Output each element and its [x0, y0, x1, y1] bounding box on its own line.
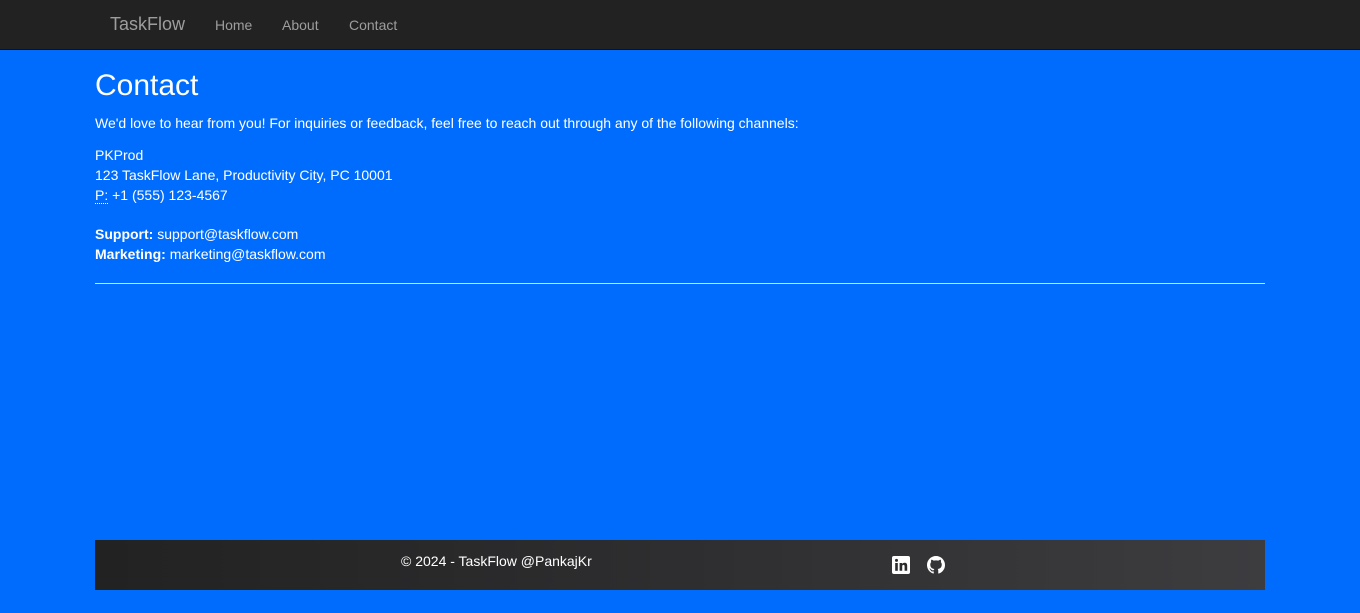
phone-number: +1 (555) 123-4567	[112, 187, 228, 203]
nav-link-home[interactable]: Home	[215, 17, 252, 33]
navbar: TaskFlow Home About Contact	[0, 0, 1360, 50]
phone-label: P:	[95, 187, 109, 204]
nav-link-about[interactable]: About	[282, 17, 319, 33]
marketing-email-link[interactable]: marketing@taskflow.com	[170, 246, 326, 262]
footer: © 2024 - TaskFlow @PankajKr	[95, 540, 1265, 590]
support-email-link[interactable]: support@taskflow.com	[157, 226, 298, 242]
street-address: 123 TaskFlow Lane, Productivity City, PC…	[95, 167, 393, 183]
postal-address: PKProd 123 TaskFlow Lane, Productivity C…	[95, 145, 393, 205]
marketing-label: Marketing:	[95, 246, 166, 262]
github-icon[interactable]	[927, 556, 945, 574]
divider	[95, 283, 1265, 284]
nav-link-contact[interactable]: Contact	[349, 17, 397, 33]
email-contacts: Support: support@taskflow.com Marketing:…	[95, 224, 326, 264]
company-name: PKProd	[95, 147, 144, 163]
intro-text: We'd love to hear from you! For inquirie…	[95, 115, 799, 131]
linkedin-icon[interactable]	[892, 556, 910, 574]
support-label: Support:	[95, 226, 154, 242]
brand-link[interactable]: TaskFlow	[110, 14, 185, 35]
page-title: Contact	[95, 69, 199, 102]
copyright-text: © 2024 - TaskFlow @PankajKr	[401, 553, 592, 569]
